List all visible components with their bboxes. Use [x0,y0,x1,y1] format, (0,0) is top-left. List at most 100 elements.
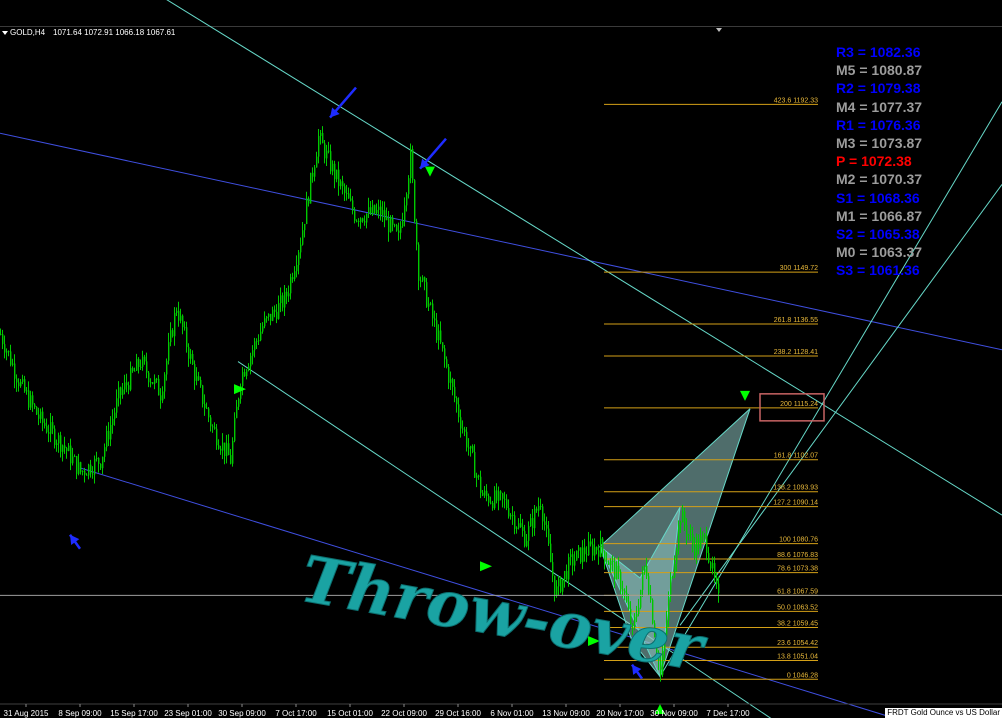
candle-body [188,347,190,359]
candle-body [674,564,676,577]
candle-body [276,311,278,319]
candle-body [354,210,356,221]
candle-body [608,562,610,565]
green-arrow-icon [425,166,435,177]
candle-body [706,534,708,554]
fib-label: 61.8 1067.59 [777,588,818,595]
candle-body [438,330,440,341]
candle-body [432,303,434,319]
candle-body [414,180,416,222]
candle-body [350,198,352,201]
candle-body [502,493,504,499]
candle-body [98,458,100,464]
candle-body [166,360,168,375]
candle-body [718,583,720,594]
candle-body [696,538,698,556]
candle-body [338,169,340,187]
candle-body [30,395,32,408]
candle-body [366,213,368,223]
pivot-equals: = [855,244,872,261]
x-tick-label: 29 Oct 16:00 [435,709,481,718]
candle-body [422,277,424,281]
pivot-row: S3 = 1061.36 [836,261,976,279]
candle-body [112,418,114,426]
candle-body [364,221,366,223]
fib-label: 261.8 1136.55 [774,317,818,324]
candle-body [256,340,258,342]
candle-body [524,530,526,547]
candle-body [480,476,482,493]
scroll-marker-icon[interactable] [716,28,722,32]
candle-body [624,590,626,593]
candle-body [152,382,154,384]
dropdown-triangle-icon[interactable] [2,31,8,35]
candle-body [586,554,588,556]
green-arrow-icon [740,390,750,401]
candle-body [678,525,680,550]
pivot-equals: = [853,80,870,97]
candle-body [682,511,684,523]
candle-body [12,363,14,365]
candle-body [290,277,292,294]
candle-body [700,536,702,549]
candle-body [348,193,350,199]
candle-body [16,378,18,383]
candle-body [204,404,206,408]
pivot-label: M3 [836,134,856,151]
candle-body [8,351,10,353]
candle-body [76,456,78,474]
candle-body [564,571,566,579]
candle-body [478,475,480,477]
candle-body [412,148,414,181]
candle-body [222,442,224,451]
candle-body [462,428,464,430]
candle-body [18,382,20,387]
green-arrow-icon [480,561,492,572]
candle-body [14,363,16,379]
candle-body [570,554,572,558]
x-tick-label: 20 Nov 17:00 [596,709,644,718]
candle-body [174,312,176,337]
candle-body [408,178,410,195]
candle-body [418,244,420,281]
candle-body [268,313,270,317]
candle-body [200,379,202,386]
candle-body [518,523,520,528]
candle-body [304,224,306,231]
candle-body [170,330,172,343]
pivot-value: 1066.87 [871,207,923,224]
candle-body [344,186,346,194]
candle-body [374,205,376,214]
pivot-label: S3 [836,262,854,279]
candle-body [36,406,38,415]
candle-body [146,361,148,373]
candle-body [254,341,256,351]
fib-label: 127.2 1090.14 [773,500,818,507]
candle-body [506,499,508,508]
x-tick-label: 13 Nov 09:00 [542,709,590,718]
candle-body [226,443,228,457]
pivot-equals: = [855,98,872,115]
candle-body [130,368,132,390]
pivot-equals: = [855,134,872,151]
pivot-value: 1063.37 [871,244,923,261]
candle-body [302,230,304,245]
candle-body [266,316,268,319]
pivot-value: 1065.38 [869,225,920,242]
candle-body [648,576,650,595]
candle-body [280,295,282,304]
candle-body [406,194,408,206]
candle-body [92,473,94,475]
candle-body [394,224,396,226]
candle-body [614,561,616,580]
candle-body [132,368,134,371]
candle-body [320,132,322,136]
pivot-label: M1 [836,207,856,224]
candle-body [582,547,584,563]
candle-body [476,475,478,478]
candle-body [342,181,344,187]
candle-body [686,525,688,536]
candle-body [4,344,6,353]
pivot-equals: = [855,62,872,79]
candle-body [540,506,542,508]
